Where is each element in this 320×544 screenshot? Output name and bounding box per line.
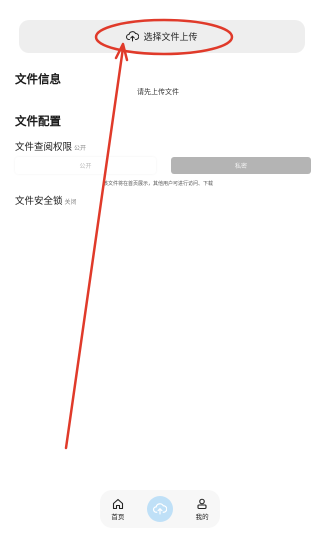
upload-button-label: 选择文件上传 — [143, 33, 198, 43]
file-info-hint: 请先上传文件 — [137, 88, 179, 96]
lock-status: 关闭 — [64, 199, 77, 206]
permission-row: 文件查阅权限 公开 — [15, 139, 86, 153]
bottom-nav: 首页 我的 — [100, 490, 220, 528]
permission-option-private[interactable]: 私密 — [171, 157, 311, 174]
annotation-arrow-line — [64, 46, 125, 450]
lock-label: 文件安全锁 — [15, 196, 63, 207]
profile-icon — [196, 498, 208, 510]
cloud-upload-icon — [126, 31, 140, 42]
upload-page: 选择文件上传 文件信息 请先上传文件 文件配置 文件查阅权限 公开 公开 私密 … — [0, 0, 316, 544]
select-file-upload-button[interactable]: 选择文件上传 — [19, 20, 305, 53]
nav-item-upload[interactable] — [146, 496, 173, 522]
lock-row[interactable]: 文件安全锁 关闭 — [15, 193, 77, 207]
permission-current-value: 公开 — [74, 145, 87, 152]
nav-upload-circle — [146, 496, 173, 522]
file-info-title: 文件信息 — [15, 72, 61, 86]
permission-option-public[interactable]: 公开 — [15, 157, 156, 174]
permission-note: 该文件将在首页展示，其他用户可进行访问、下载 — [102, 181, 213, 187]
nav-item-mine[interactable]: 我的 — [196, 498, 209, 521]
permission-label: 文件查阅权限 — [15, 142, 73, 153]
home-icon — [112, 498, 124, 510]
cloud-upload-icon — [152, 503, 167, 515]
nav-item-home[interactable]: 首页 — [111, 498, 124, 521]
file-config-title: 文件配置 — [15, 114, 61, 128]
nav-mine-label: 我的 — [195, 512, 209, 521]
nav-home-label: 首页 — [111, 512, 125, 521]
